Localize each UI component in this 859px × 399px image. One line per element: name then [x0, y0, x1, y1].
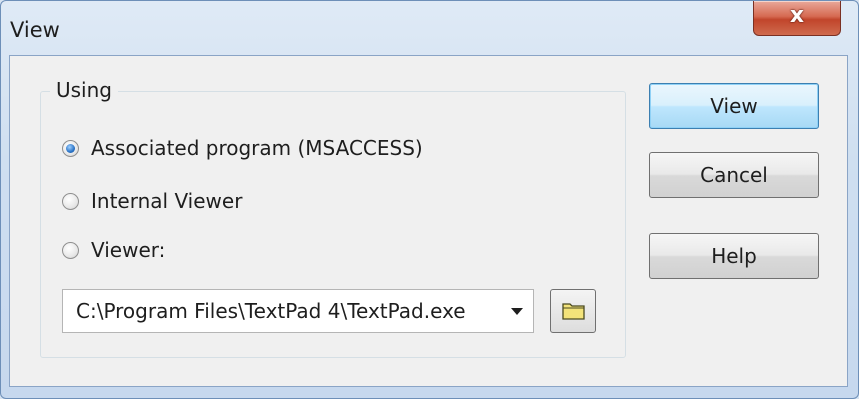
dialog-window: View x Using Associated program (MSACCES…: [0, 0, 859, 399]
viewer-path-combobox[interactable]: C:\Program Files\TextPad 4\TextPad.exe: [62, 289, 534, 333]
radio-viewer[interactable]: Viewer:: [62, 238, 165, 262]
chevron-down-icon[interactable]: [511, 308, 523, 315]
radio-associated-program[interactable]: Associated program (MSACCESS): [62, 136, 423, 160]
radio-label-associated-program: Associated program (MSACCESS): [91, 136, 423, 160]
viewer-path-value: C:\Program Files\TextPad 4\TextPad.exe: [76, 299, 466, 323]
radio-button[interactable]: [62, 241, 79, 259]
browse-button[interactable]: [550, 289, 596, 333]
radio-button-checked[interactable]: [62, 139, 79, 157]
radio-button[interactable]: [62, 192, 79, 210]
close-button[interactable]: x: [753, 1, 841, 36]
view-button[interactable]: View: [649, 83, 819, 129]
help-button[interactable]: Help: [649, 233, 819, 279]
folder-icon: [562, 303, 585, 320]
using-group-label: Using: [50, 78, 118, 102]
close-icon: x: [789, 3, 805, 28]
radio-internal-viewer[interactable]: Internal Viewer: [62, 189, 242, 213]
radio-label-viewer: Viewer:: [91, 238, 166, 262]
dialog-client-area: Using Associated program (MSACCESS) Inte…: [9, 55, 848, 387]
cancel-button[interactable]: Cancel: [649, 152, 819, 198]
radio-label-internal-viewer: Internal Viewer: [91, 189, 243, 213]
window-title: View: [10, 18, 60, 42]
